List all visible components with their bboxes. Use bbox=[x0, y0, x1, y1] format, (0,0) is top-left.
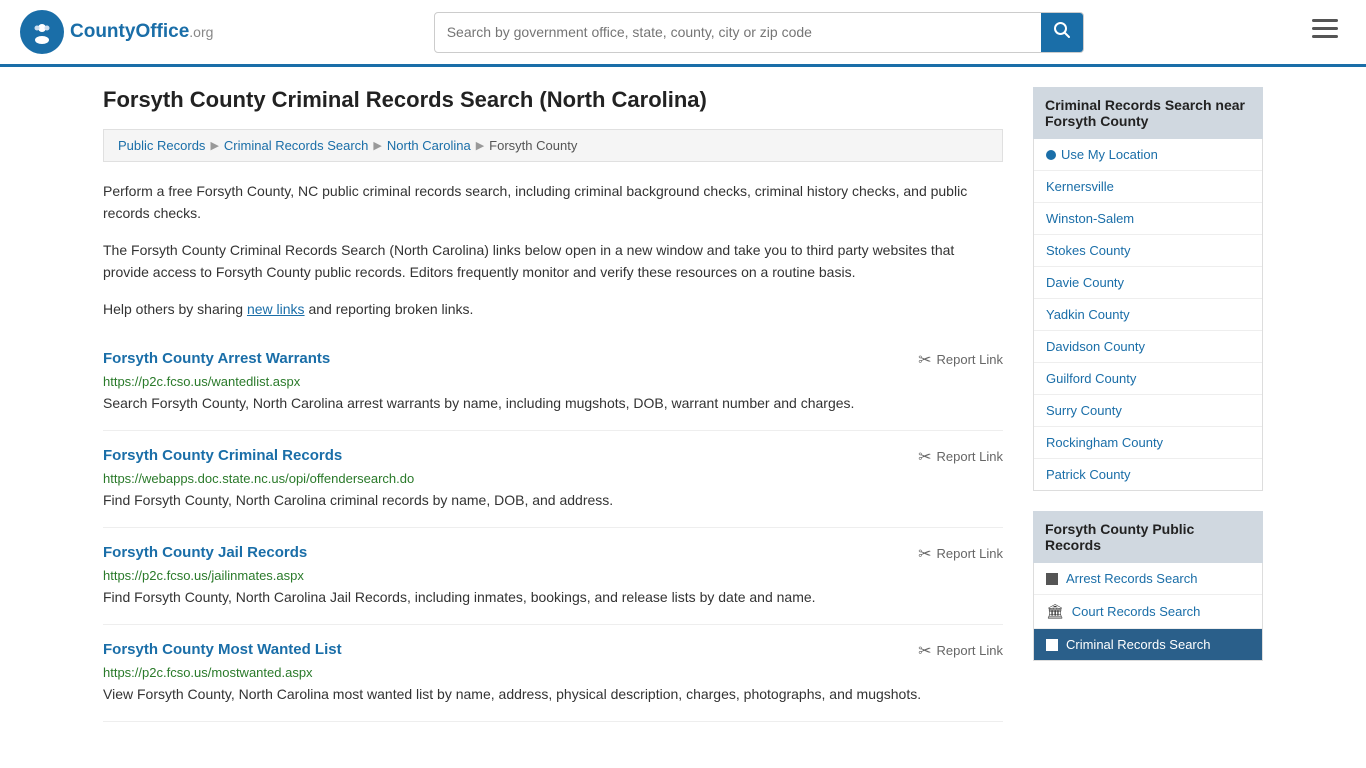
pub-records-arrest-link[interactable]: Arrest Records Search bbox=[1066, 571, 1198, 586]
result-item-1: Forsyth County Criminal Records ✂ Report… bbox=[103, 431, 1003, 528]
search-bar bbox=[434, 12, 1084, 53]
nearby-item-8[interactable]: Rockingham County bbox=[1034, 427, 1262, 459]
report-link-btn-0[interactable]: ✂ Report Link bbox=[918, 350, 1003, 370]
search-input[interactable] bbox=[435, 16, 1041, 48]
page-title: Forsyth County Criminal Records Search (… bbox=[103, 87, 1003, 113]
main-content: Forsyth County Criminal Records Search (… bbox=[83, 67, 1283, 742]
nearby-item-6[interactable]: Guilford County bbox=[1034, 363, 1262, 395]
nearby-item-9[interactable]: Patrick County bbox=[1034, 459, 1262, 490]
desc-para-2: The Forsyth County Criminal Records Sear… bbox=[103, 239, 1003, 284]
nearby-link-0[interactable]: Kernersville bbox=[1046, 179, 1114, 194]
nearby-item-5[interactable]: Davidson County bbox=[1034, 331, 1262, 363]
building-icon-court: 🏛 bbox=[1046, 603, 1064, 620]
breadcrumb: Public Records ▶ Criminal Records Search… bbox=[103, 129, 1003, 162]
logo-text: CountyOffice.org bbox=[70, 21, 213, 43]
breadcrumb-criminal-records[interactable]: Criminal Records Search bbox=[224, 138, 369, 153]
result-desc-0: Search Forsyth County, North Carolina ar… bbox=[103, 393, 1003, 414]
result-item-2: Forsyth County Jail Records ✂ Report Lin… bbox=[103, 528, 1003, 625]
result-title-1[interactable]: Forsyth County Criminal Records bbox=[103, 447, 342, 464]
report-icon-2: ✂ bbox=[918, 544, 931, 564]
pub-records-criminal[interactable]: Criminal Records Search bbox=[1034, 629, 1262, 660]
nearby-list: Use My Location Kernersville Winston-Sal… bbox=[1033, 139, 1263, 491]
result-header-1: Forsyth County Criminal Records ✂ Report… bbox=[103, 447, 1003, 467]
report-link-btn-2[interactable]: ✂ Report Link bbox=[918, 544, 1003, 564]
report-link-label-0: Report Link bbox=[937, 352, 1003, 367]
logo-area: CountyOffice.org bbox=[20, 10, 213, 54]
nearby-item-4[interactable]: Yadkin County bbox=[1034, 299, 1262, 331]
result-desc-1: Find Forsyth County, North Carolina crim… bbox=[103, 490, 1003, 511]
use-location-link[interactable]: Use My Location bbox=[1061, 147, 1158, 162]
result-desc-3: View Forsyth County, North Carolina most… bbox=[103, 684, 1003, 705]
nearby-link-9[interactable]: Patrick County bbox=[1046, 467, 1131, 482]
report-link-btn-3[interactable]: ✂ Report Link bbox=[918, 641, 1003, 661]
report-link-btn-1[interactable]: ✂ Report Link bbox=[918, 447, 1003, 467]
nearby-item-2[interactable]: Stokes County bbox=[1034, 235, 1262, 267]
square-icon-arrest bbox=[1046, 573, 1058, 585]
pub-records-court-link[interactable]: Court Records Search bbox=[1072, 604, 1201, 619]
report-icon-1: ✂ bbox=[918, 447, 931, 467]
nearby-link-1[interactable]: Winston-Salem bbox=[1046, 211, 1134, 226]
public-records-list: Arrest Records Search 🏛 Court Records Se… bbox=[1033, 563, 1263, 661]
search-button[interactable] bbox=[1041, 13, 1083, 52]
nearby-item-3[interactable]: Davie County bbox=[1034, 267, 1262, 299]
result-title-0[interactable]: Forsyth County Arrest Warrants bbox=[103, 350, 330, 367]
result-url-2: https://p2c.fcso.us/jailinmates.aspx bbox=[103, 568, 1003, 583]
report-link-label-2: Report Link bbox=[937, 546, 1003, 561]
nearby-link-3[interactable]: Davie County bbox=[1046, 275, 1124, 290]
nearby-section: Criminal Records Search near Forsyth Cou… bbox=[1033, 87, 1263, 491]
pub-records-arrest[interactable]: Arrest Records Search bbox=[1034, 563, 1262, 595]
new-links-link[interactable]: new links bbox=[247, 301, 305, 317]
nearby-item-7[interactable]: Surry County bbox=[1034, 395, 1262, 427]
result-header-2: Forsyth County Jail Records ✂ Report Lin… bbox=[103, 544, 1003, 564]
content-area: Forsyth County Criminal Records Search (… bbox=[103, 87, 1003, 722]
report-link-label-1: Report Link bbox=[937, 449, 1003, 464]
report-icon-3: ✂ bbox=[918, 641, 931, 661]
desc-para-1: Perform a free Forsyth County, NC public… bbox=[103, 180, 1003, 225]
result-item-0: Forsyth County Arrest Warrants ✂ Report … bbox=[103, 334, 1003, 431]
breadcrumb-sep-2: ▶ bbox=[373, 139, 381, 152]
public-records-header: Forsyth County Public Records bbox=[1033, 511, 1263, 563]
sidebar: Criminal Records Search near Forsyth Cou… bbox=[1033, 87, 1263, 722]
desc-para-3: Help others by sharing new links and rep… bbox=[103, 298, 1003, 320]
public-records-section: Forsyth County Public Records Arrest Rec… bbox=[1033, 511, 1263, 661]
nearby-link-2[interactable]: Stokes County bbox=[1046, 243, 1131, 258]
menu-button[interactable] bbox=[1304, 14, 1346, 50]
nearby-link-8[interactable]: Rockingham County bbox=[1046, 435, 1163, 450]
person-icon-criminal bbox=[1046, 639, 1058, 651]
pub-records-criminal-link[interactable]: Criminal Records Search bbox=[1066, 637, 1211, 652]
breadcrumb-current: Forsyth County bbox=[489, 138, 577, 153]
results-list: Forsyth County Arrest Warrants ✂ Report … bbox=[103, 334, 1003, 722]
nearby-item-0[interactable]: Kernersville bbox=[1034, 171, 1262, 203]
breadcrumb-sep-3: ▶ bbox=[476, 139, 484, 152]
result-title-3[interactable]: Forsyth County Most Wanted List bbox=[103, 641, 342, 658]
header: CountyOffice.org bbox=[0, 0, 1366, 67]
nearby-link-7[interactable]: Surry County bbox=[1046, 403, 1122, 418]
result-desc-2: Find Forsyth County, North Carolina Jail… bbox=[103, 587, 1003, 608]
result-item-3: Forsyth County Most Wanted List ✂ Report… bbox=[103, 625, 1003, 722]
result-url-1: https://webapps.doc.state.nc.us/opi/offe… bbox=[103, 471, 1003, 486]
result-url-3: https://p2c.fcso.us/mostwanted.aspx bbox=[103, 665, 1003, 680]
breadcrumb-public-records[interactable]: Public Records bbox=[118, 138, 205, 153]
result-header-0: Forsyth County Arrest Warrants ✂ Report … bbox=[103, 350, 1003, 370]
result-header-3: Forsyth County Most Wanted List ✂ Report… bbox=[103, 641, 1003, 661]
location-dot-icon bbox=[1046, 150, 1056, 160]
use-location-item[interactable]: Use My Location bbox=[1034, 139, 1262, 171]
logo-icon bbox=[20, 10, 64, 54]
result-title-2[interactable]: Forsyth County Jail Records bbox=[103, 544, 307, 561]
breadcrumb-sep-1: ▶ bbox=[210, 139, 218, 152]
report-icon-0: ✂ bbox=[918, 350, 931, 370]
nearby-link-4[interactable]: Yadkin County bbox=[1046, 307, 1130, 322]
pub-records-court[interactable]: 🏛 Court Records Search bbox=[1034, 595, 1262, 629]
nearby-link-5[interactable]: Davidson County bbox=[1046, 339, 1145, 354]
breadcrumb-north-carolina[interactable]: North Carolina bbox=[387, 138, 471, 153]
nearby-item-1[interactable]: Winston-Salem bbox=[1034, 203, 1262, 235]
result-url-0: https://p2c.fcso.us/wantedlist.aspx bbox=[103, 374, 1003, 389]
nearby-header: Criminal Records Search near Forsyth Cou… bbox=[1033, 87, 1263, 139]
nearby-link-6[interactable]: Guilford County bbox=[1046, 371, 1136, 386]
report-link-label-3: Report Link bbox=[937, 643, 1003, 658]
